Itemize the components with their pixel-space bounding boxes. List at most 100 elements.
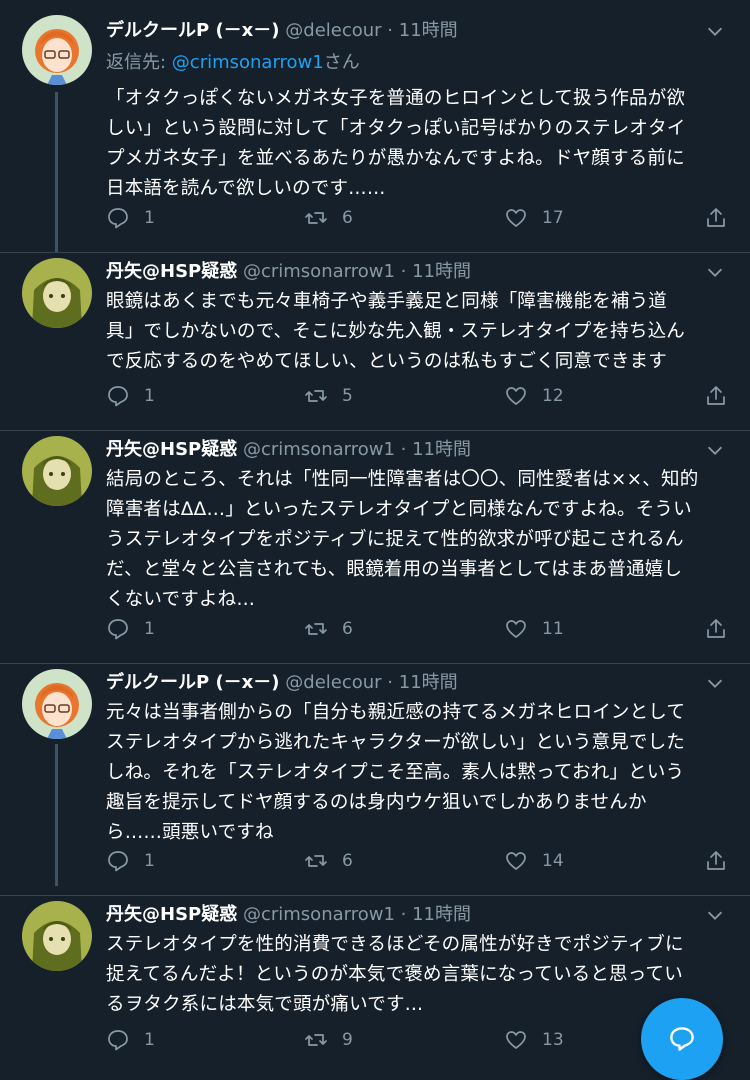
share-icon [707,851,725,870]
like-button[interactable]: 11 [504,614,564,644]
author-handle[interactable]: @crimsonarrow1 [243,904,395,925]
author-name[interactable]: 丹矢@HSP疑惑 [106,904,237,925]
reply-button[interactable]: 1 [106,1025,155,1055]
separator-dot: · [387,672,394,693]
compose-message-button[interactable] [641,998,723,1080]
like-count: 13 [542,1030,564,1050]
compose-message-icon [670,1027,694,1051]
avatar-crimsonarrow1[interactable] [22,258,92,328]
tweet-text-line: しね。それを「ステレオタイプこそ至高。素人は黙っておれ」という [106,762,685,783]
retweet-count: 9 [342,1030,353,1050]
share-icon [707,386,725,405]
like-count: 17 [542,208,564,228]
tweet-time[interactable]: 11時間 [412,439,471,460]
tweet-text: 元々は当事者側からの「自分も親近感の持てるメガネヒロインとして ステレオタイプか… [106,698,718,848]
chevron-down-icon[interactable] [704,672,726,694]
avatar-crimsonarrow1[interactable] [22,436,92,506]
thread-connector [55,92,58,252]
like-button[interactable]: 17 [504,203,564,233]
tweet-text-line: 捉えてるんだよ！というのが本気で褒め言葉になっていると思ってい [106,964,683,985]
retweet-button[interactable]: 6 [304,203,353,233]
author-handle[interactable]: @delecour [285,672,381,693]
reply-button[interactable]: 1 [106,381,155,411]
avatar-delecour[interactable] [22,669,92,739]
retweet-icon [305,623,327,635]
retweet-count: 5 [342,386,353,406]
reply-suffix: さん [323,52,360,73]
chevron-down-icon[interactable] [704,261,726,283]
retweet-button[interactable]: 5 [304,381,353,411]
tweet-text-line: るヲタク系には本気で頭が痛いです… [106,994,424,1015]
reply-prefix: 返信先: [106,52,172,73]
avatar-delecour[interactable] [22,15,92,85]
avatar-crimsonarrow1[interactable] [22,901,92,971]
chevron-down-icon[interactable] [704,20,726,42]
author-handle[interactable]: @crimsonarrow1 [243,261,395,282]
reply-icon [108,386,128,407]
like-button[interactable]: 14 [504,846,564,876]
tweet-time[interactable]: 11時間 [412,261,471,282]
retweet-button[interactable]: 6 [304,614,353,644]
tweet-text-line: くないですよね… [106,589,256,610]
tweet-text-line: で反応するのをやめてほしい、というのは私もすごく同意できます [106,351,668,372]
like-count: 11 [542,619,564,639]
tweet-text-line: しい」という設問に対して「オタクっぽい記号ばかりのステレオタイ [106,118,686,139]
retweet-button[interactable]: 9 [304,1025,353,1055]
tweet-header: デルクールP (－x－) @delecour · 11時間 [106,669,720,697]
tweet-text: 結局のところ、それは「性同一性障害者は〇〇、同性愛者は××、知的 障害者はΔΔ…… [106,465,718,615]
reply-button[interactable]: 1 [106,203,155,233]
heart-icon [506,209,526,227]
retweet-count: 6 [342,208,353,228]
tweet-text: ステレオタイプを性的消費できるほどその属性が好きでポジティブに 捉えてるんだよ！… [106,930,718,1020]
tweet-time[interactable]: 11時間 [399,672,458,693]
like-button[interactable]: 12 [504,381,564,411]
tweet-time[interactable]: 11時間 [412,904,471,925]
tweet-text: 「オタクっぽくないメガネ女子を普通のヒロインとして扱う作品が欲 しい」という設問… [106,84,718,204]
tweet-text-line: 元々は当事者側からの「自分も親近感の持てるメガネヒロインとして [106,702,686,723]
reply-count: 1 [144,619,155,639]
like-button[interactable]: 13 [504,1025,564,1055]
tweet-actions: 1 6 17 [106,203,730,233]
reply-count: 1 [144,208,155,228]
author-handle[interactable]: @crimsonarrow1 [243,439,395,460]
share-button[interactable] [704,381,728,411]
reply-count: 1 [144,1030,155,1050]
tweet-divider [0,663,750,664]
share-icon [707,208,725,227]
retweet-button[interactable]: 6 [304,846,353,876]
author-handle[interactable]: @delecour [285,20,381,41]
author-name[interactable]: デルクールP (－x－) [106,672,280,693]
thread-connector [55,744,58,886]
like-count: 14 [542,851,564,871]
tweet-text-line: 趣旨を提示してドヤ顔するのは身内ウケ狙いでしかありませんか [106,792,647,813]
retweet-count: 6 [342,619,353,639]
retweet-icon [305,855,327,867]
tweet-text-line: プメガネ女子」を並べるあたりが愚かなんですよね。ドヤ顔する前に [106,148,685,169]
share-button[interactable] [704,846,728,876]
like-count: 12 [542,386,564,406]
tweet-actions: 1 5 12 [106,381,730,411]
tweet-text-line: 結局のところ、それは「性同一性障害者は〇〇、同性愛者は××、知的 [106,469,699,490]
share-icon [707,619,725,638]
author-name[interactable]: 丹矢@HSP疑惑 [106,261,237,282]
heart-icon [506,852,526,870]
chevron-down-icon[interactable] [704,439,726,461]
tweet-text-line: ら……頭悪いですね [106,822,274,843]
tweet-text-line: 「オタクっぽくないメガネ女子を普通のヒロインとして扱う作品が欲 [106,88,686,109]
author-name[interactable]: 丹矢@HSP疑惑 [106,439,237,460]
reply-button[interactable]: 1 [106,614,155,644]
retweet-icon [305,212,327,224]
chevron-down-icon[interactable] [704,904,726,926]
tweet-time[interactable]: 11時間 [399,20,458,41]
share-button[interactable] [704,614,728,644]
separator-dot: · [400,904,407,925]
tweet-text-line: ステレオタイプから逃れたキャラクターが欲しい」という意見でした [106,732,685,753]
reply-count: 1 [144,386,155,406]
share-button[interactable] [704,203,728,233]
reply-button[interactable]: 1 [106,846,155,876]
reply-to-handle-link[interactable]: @crimsonarrow1 [172,52,324,73]
author-name[interactable]: デルクールP (－x－) [106,20,280,41]
tweet-actions: 1 6 14 [106,846,730,876]
tweet-actions: 1 9 13 [106,1025,730,1055]
retweet-icon [305,390,327,402]
